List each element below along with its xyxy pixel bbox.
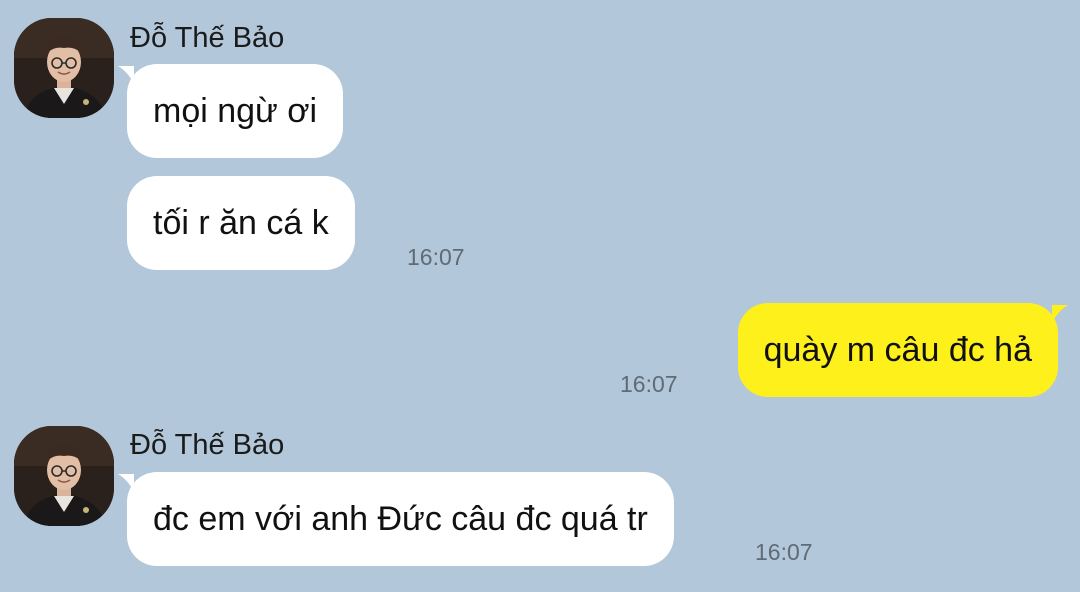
avatar-photo-icon [14, 18, 114, 118]
message-bubble[interactable]: quày m câu đc hả [737, 303, 1058, 397]
message-bubble[interactable]: mọi ngừ ơi [127, 64, 344, 158]
message-bubble[interactable]: tối r ăn cá k [127, 176, 355, 270]
bubble-tail-icon [1052, 305, 1068, 323]
avatar-photo-icon [14, 426, 114, 526]
sender-name: Đỗ Thế Bảo [130, 429, 285, 461]
sender-avatar[interactable] [14, 18, 114, 118]
message-bubble[interactable]: đc em với anh Đức câu đc quá tr [127, 472, 674, 566]
message-timestamp: 16:07 [407, 244, 465, 270]
message-timestamp: 16:07 [620, 371, 678, 397]
message-timestamp: 16:07 [755, 539, 813, 565]
sender-avatar[interactable] [14, 426, 114, 526]
chat-room[interactable]: Đỗ Thế Bảo mọi ngừ ơi tối r ăn cá k 16:0… [0, 0, 1080, 592]
sender-name: Đỗ Thế Bảo [130, 22, 285, 54]
